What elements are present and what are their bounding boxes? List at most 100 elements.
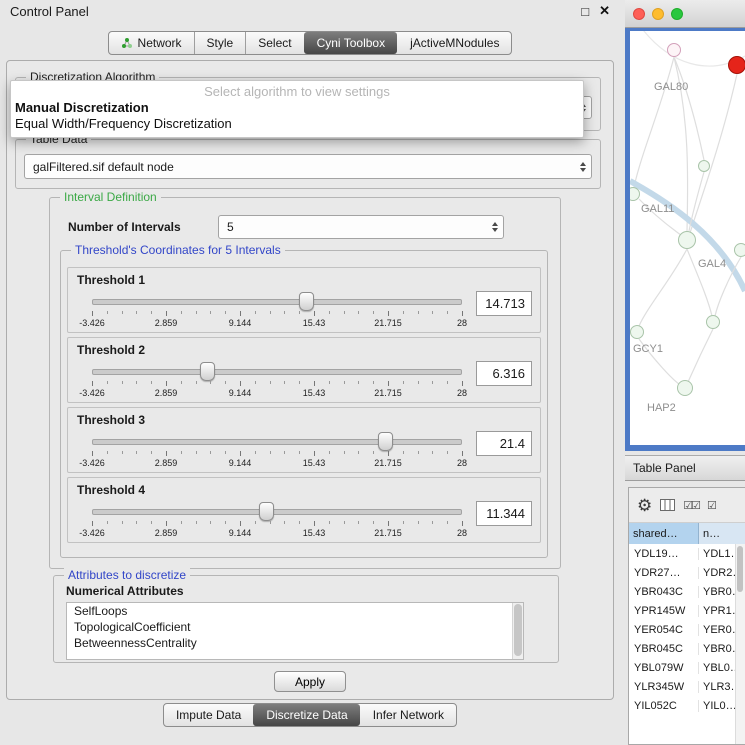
tab-jactivemodules[interactable]: jActiveMNodules	[397, 32, 511, 54]
zoom-traffic-light-icon[interactable]	[671, 8, 683, 20]
num-intervals-combobox[interactable]: 5	[218, 215, 504, 239]
threshold-label: Threshold 4	[77, 483, 145, 497]
slider-track[interactable]	[92, 369, 462, 375]
threshold-value-field[interactable]: 11.344	[476, 501, 532, 526]
threshold-slider[interactable]: -3.4262.8599.14415.4321.71528	[92, 291, 462, 329]
table-scrollbar[interactable]	[735, 544, 745, 744]
close-icon[interactable]: ✕	[599, 3, 610, 19]
network-node[interactable]	[706, 315, 720, 329]
tab-network[interactable]: Network	[109, 32, 194, 54]
table-cell: YBR043C	[629, 586, 699, 598]
slider-scale: -3.4262.8599.14415.4321.71528	[92, 458, 462, 468]
network-node[interactable]	[630, 325, 644, 339]
threshold-panel: Threshold 4 -3.4262.8599.14415.4321.71528…	[67, 477, 541, 543]
slider-thumb[interactable]	[259, 502, 274, 521]
network-node-label: HAP2	[647, 402, 676, 414]
tab-infer-network[interactable]: Infer Network	[360, 704, 456, 726]
bottom-tab-group: Impute Data Discretize Data Infer Networ…	[163, 703, 457, 727]
network-canvas[interactable]: GAL80GAL11GAL4GCY1HAP2	[630, 31, 745, 445]
popup-option-manual-discretization[interactable]: Manual Discretization	[11, 100, 583, 116]
tab-select[interactable]: Select	[245, 32, 303, 54]
table-row[interactable]: YBR043CYBR0…	[629, 582, 745, 601]
network-node-label: GAL80	[654, 81, 688, 93]
table-data-combobox[interactable]: galFiltered.sif default node	[24, 154, 592, 179]
top-tab-bar: Network Style Select Cyni Toolbox jActiv…	[0, 31, 620, 55]
tab-label: Style	[207, 36, 234, 50]
numerical-attributes-label: Numerical Attributes	[66, 584, 184, 598]
select-all-columns-icon[interactable]: ☑☑	[683, 499, 699, 512]
attributes-scrollbar[interactable]	[512, 603, 523, 659]
tab-discretize-data[interactable]: Discretize Data	[253, 704, 359, 726]
control-panel-titlebar: Control Panel □ ✕	[0, 0, 620, 22]
attributes-group-label: Attributes to discretize	[64, 568, 190, 582]
network-node[interactable]	[677, 380, 693, 396]
network-node[interactable]	[734, 243, 745, 257]
table-cell: YBL079W	[629, 662, 699, 674]
table-row[interactable]: YLR345WYLR3…	[629, 677, 745, 696]
table-row[interactable]: YDR27…YDR2…	[629, 563, 745, 582]
scrollbar-thumb[interactable]	[514, 604, 522, 656]
attribute-item[interactable]: SelfLoops	[67, 603, 523, 619]
threshold-slider[interactable]: -3.4262.8599.14415.4321.71528	[92, 431, 462, 469]
attribute-item[interactable]: TopologicalCoefficient	[67, 619, 523, 635]
network-node[interactable]	[728, 56, 745, 74]
network-view-window: GAL80GAL11GAL4GCY1HAP2	[625, 0, 745, 451]
top-tab-group: Network Style Select Cyni Toolbox jActiv…	[108, 31, 513, 55]
tab-impute-data[interactable]: Impute Data	[164, 704, 253, 726]
table-toolbar: ⚙ ☑☑ ☑	[629, 488, 745, 523]
slider-track[interactable]	[92, 299, 462, 305]
network-node[interactable]	[698, 160, 710, 172]
gear-icon[interactable]: ⚙	[637, 497, 652, 514]
table-row[interactable]: YIL052CYIL0…	[629, 696, 745, 715]
slider-thumb[interactable]	[378, 432, 393, 451]
slider-scale: -3.4262.8599.14415.4321.71528	[92, 388, 462, 398]
slider-thumb[interactable]	[200, 362, 215, 381]
minimize-traffic-light-icon[interactable]	[652, 8, 664, 20]
select-column-icon[interactable]: ☑	[707, 499, 715, 512]
tab-label: jActiveMNodules	[410, 36, 499, 50]
combobox-stepper-icon	[580, 162, 586, 172]
attribute-item[interactable]: BetweennessCentrality	[67, 635, 523, 651]
table-row[interactable]: YPR145WYPR1…	[629, 601, 745, 620]
slider-ticks	[92, 381, 462, 387]
attributes-group: Attributes to discretize Numerical Attri…	[53, 575, 559, 663]
slider-track[interactable]	[92, 439, 462, 445]
close-traffic-light-icon[interactable]	[633, 8, 645, 20]
threshold-value-field[interactable]: 21.4	[476, 431, 532, 456]
tab-style[interactable]: Style	[194, 32, 246, 54]
slider-track[interactable]	[92, 509, 462, 515]
interval-definition-group-label: Interval Definition	[60, 190, 161, 204]
table-cell: YER054C	[629, 624, 699, 636]
slider-thumb[interactable]	[299, 292, 314, 311]
tab-label: Cyni Toolbox	[317, 36, 385, 50]
threshold-slider[interactable]: -3.4262.8599.14415.4321.71528	[92, 501, 462, 539]
float-window-icon[interactable]: □	[581, 4, 589, 19]
threshold-value-field[interactable]: 14.713	[476, 291, 532, 316]
table-row[interactable]: YBR045CYBR0…	[629, 639, 745, 658]
thresholds-container: Threshold 1-3.4262.8599.14415.4321.71528…	[65, 263, 543, 547]
combobox-stepper-icon	[492, 222, 498, 232]
tab-cyni-toolbox[interactable]: Cyni Toolbox	[304, 32, 397, 54]
network-node[interactable]	[678, 231, 696, 249]
column-header-shared-name[interactable]: shared…	[629, 523, 699, 544]
popup-option-equal-width-frequency[interactable]: Equal Width/Frequency Discretization	[11, 116, 583, 132]
table-cell: YDL19…	[629, 548, 699, 560]
scrollbar-thumb[interactable]	[737, 546, 743, 592]
apply-button[interactable]: Apply	[274, 671, 346, 692]
table-data-group: Table Data galFiltered.sif default node	[15, 139, 601, 189]
column-header-name[interactable]: n…	[699, 523, 745, 544]
tab-label: Impute Data	[176, 708, 241, 722]
threshold-value-field[interactable]: 6.316	[476, 361, 532, 386]
bottom-tab-bar: Impute Data Discretize Data Infer Networ…	[0, 703, 620, 727]
network-frame: GAL80GAL11GAL4GCY1HAP2	[625, 28, 745, 451]
columns-icon[interactable]	[660, 499, 675, 511]
table-row[interactable]: YDL19…YDL1…	[629, 544, 745, 563]
threshold-panel: Threshold 2-3.4262.8599.14415.4321.71528…	[67, 337, 541, 403]
network-window-titlebar	[625, 0, 745, 28]
table-row[interactable]: YBL079WYBL0…	[629, 658, 745, 677]
table-browser-window: ⚙ ☑☑ ☑ shared… n… YDL19…YDL1…YDR27…YDR2……	[628, 487, 745, 745]
table-cell: YPR145W	[629, 605, 699, 617]
network-node[interactable]	[667, 43, 681, 57]
table-row[interactable]: YER054CYER0…	[629, 620, 745, 639]
threshold-slider[interactable]: -3.4262.8599.14415.4321.71528	[92, 361, 462, 399]
